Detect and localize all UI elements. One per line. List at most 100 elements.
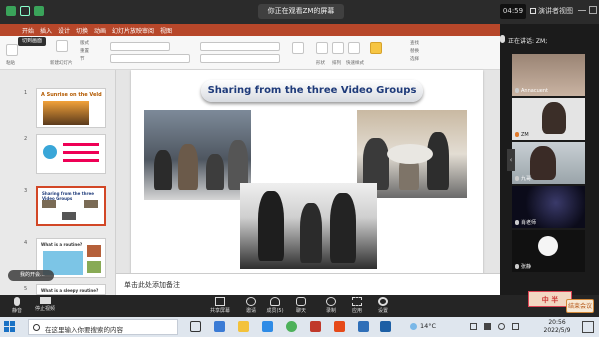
quick-styles-icon[interactable] [348,42,360,54]
tab-insert[interactable]: 插入 [40,26,52,35]
mute-button[interactable]: 静音 [2,296,32,317]
section-label[interactable]: 节 [80,56,85,62]
avatar [538,236,558,256]
convert-smartart-icon[interactable] [292,42,304,54]
settings-button[interactable]: 设置 [368,296,398,317]
collapse-panel-icon[interactable]: ‹ [507,149,515,171]
participant-tile[interactable]: 张静 [512,230,585,272]
quick-styles-label: 快速样式 [346,61,364,66]
tab-review[interactable]: 审阅 [142,26,154,35]
screen-share-label: 你正在观看ZM的屏幕 [258,4,344,19]
paragraph-controls[interactable] [200,42,280,51]
thumb-photo [42,200,56,208]
capture-tag[interactable]: 切到画面 [18,37,46,46]
tab-animations[interactable]: 动画 [94,26,106,35]
current-slide[interactable]: Sharing from the three Video Groups [131,70,483,273]
reset-label[interactable]: 重置 [80,48,89,54]
align-controls[interactable] [200,54,280,63]
notification-icon[interactable] [582,321,594,333]
tab-transitions[interactable]: 切换 [76,26,88,35]
chat-label: 聊天 [295,308,306,314]
new-slide-icon[interactable] [56,40,68,52]
thumb-number: 3 [24,188,28,194]
windows-start-icon[interactable] [4,321,15,332]
group-photo-3 [240,183,377,269]
tab-slideshow[interactable]: 幻灯片放映 [112,26,142,35]
slide-thumbnail-1[interactable]: A Sunrise on the Veld [36,88,106,128]
meeting-app-icon[interactable] [262,321,273,332]
share-screen-label: 共享屏幕 [209,308,230,314]
input-method-icon[interactable] [512,323,519,330]
invite-icon [246,297,256,306]
thumb-number: 1 [24,90,28,96]
tab-design[interactable]: 设计 [58,26,70,35]
replace-label[interactable]: 替换 [410,48,419,54]
info-icon[interactable] [20,6,30,16]
thumb-line [63,143,99,146]
meeting-app-icon [6,6,16,16]
taskbar-search-input[interactable]: 在这里输入你要搜索的内容 [28,319,178,335]
settings-label: 设置 [377,308,388,314]
thumb-title: What is a sleepy routine? [41,288,99,293]
notes-pane[interactable]: 单击此处添加备注 [116,273,500,295]
arrange-icon[interactable] [332,42,344,54]
shapes-icon[interactable] [316,42,328,54]
chat-button[interactable]: 聊天 [286,296,316,317]
speaker-view-button[interactable]: 演讲者视图 [530,4,580,19]
participant-tile[interactable]: ZM [512,98,585,140]
meeting-top-bar: 你正在观看ZM的屏幕 04:59 演讲者视图 [0,0,599,24]
task-view-icon[interactable] [190,321,201,332]
select-label[interactable]: 选择 [410,56,419,62]
fill-color-icon[interactable] [370,42,382,54]
participant-tile[interactable]: Annacuent [512,54,585,96]
ribbon-toolbar: 粘贴 新建幻灯片 版式 重置 节 形状 排列 快速样式 查找 替换 选择 [0,36,500,70]
network-icon[interactable] [484,323,491,330]
tab-view[interactable]: 视图 [160,26,172,35]
app-icon[interactable] [334,321,345,332]
tab-home[interactable]: 开始 [22,26,34,35]
slide-title: Sharing from the three Video Groups [207,85,417,96]
signal-icon [34,6,44,16]
grid-icon [530,8,536,14]
thumb-image [87,245,101,257]
minimize-icon[interactable] [578,6,586,11]
tray-icon[interactable] [470,323,477,330]
layout-label[interactable]: 版式 [80,40,89,46]
new-slide-label: 新建幻灯片 [50,61,73,66]
slide-thumbnail-5[interactable]: What is a sleepy routine? [36,284,106,295]
share-screen-button[interactable]: 共享屏幕 [205,296,235,317]
maximize-icon[interactable] [589,6,597,14]
taskbar-clock[interactable]: 20:56 2022/5/9 [540,319,574,335]
mic-icon [14,297,20,306]
font-select[interactable] [110,42,170,51]
app-icon[interactable] [358,321,369,332]
end-meeting-button[interactable]: 结束会议 [566,299,594,313]
edge-icon[interactable] [214,321,225,332]
shared-powerpoint-window: 开始 插入 设计 切换 动画 幻灯片放映 审阅 视图 粘贴 新建幻灯片 版式 重… [0,24,500,295]
weather-temp[interactable]: 14°C [420,322,436,330]
windows-taskbar: 在这里输入你要搜索的内容 14°C 20:56 2022/5/9 [0,317,599,337]
stop-video-button[interactable]: 停止视频 [30,296,60,317]
volume-icon[interactable] [498,323,505,330]
wechat-icon[interactable] [286,321,297,332]
participant-name: ZM [515,132,529,138]
paste-icon[interactable] [6,44,18,56]
powerpoint-icon[interactable] [310,321,321,332]
folder-icon[interactable] [238,321,249,332]
find-label[interactable]: 查找 [410,40,419,46]
participant-tile[interactable]: 九哥 [512,142,585,184]
share-screen-icon [215,297,225,306]
slide-title-banner: Sharing from the three Video Groups [201,80,423,102]
font-format-controls[interactable] [110,54,190,63]
app-icon[interactable] [380,321,391,332]
thumb-title: What is a routine? [41,242,83,247]
participant-name: 肖老师 [515,219,536,226]
participant-tile[interactable]: 肖老师 [512,186,585,228]
clock-time: 20:56 [548,319,566,326]
slide-thumbnail-2[interactable] [36,134,106,174]
thumb-photo [84,200,98,208]
slide-thumbnail-3[interactable]: Sharing from the three Video Groups [36,186,106,226]
reading-bubble[interactable]: 我的开会... [8,270,54,281]
mic-icon [515,220,519,225]
thumb-title: A Sunrise on the Veld [41,92,102,98]
